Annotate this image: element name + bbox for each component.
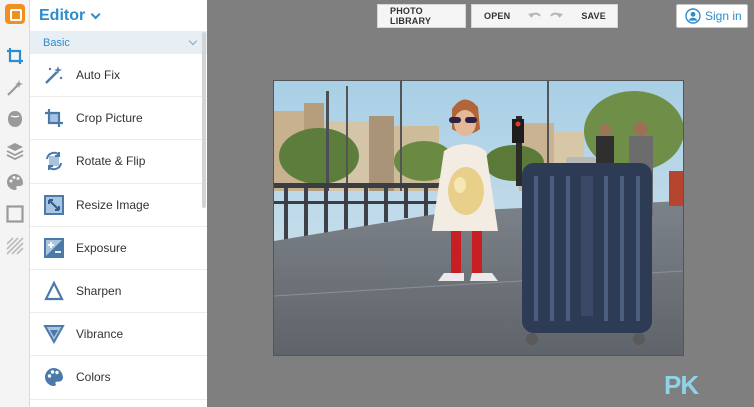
editor-header[interactable]: Editor <box>30 0 207 31</box>
layers-icon[interactable] <box>5 141 25 161</box>
tool-label: Vibrance <box>76 327 124 342</box>
tool-list: Auto Fix Crop Picture Rotate & Flip Resi… <box>30 54 207 400</box>
sharpen-icon <box>43 280 65 302</box>
crop-icon[interactable] <box>5 46 25 66</box>
photo-library-group: PHOTO LIBRARY <box>377 4 466 28</box>
signin-label: Sign in <box>705 9 742 23</box>
face-icon[interactable] <box>5 109 25 129</box>
section-label: Basic <box>43 36 70 49</box>
frame-icon[interactable] <box>5 204 25 224</box>
file-actions-group: OPEN SAVE <box>471 4 618 28</box>
save-button[interactable]: SAVE <box>569 11 618 21</box>
tool-crop-picture[interactable]: Crop Picture <box>30 97 207 141</box>
rotate-icon <box>43 150 65 172</box>
redo-icon[interactable] <box>549 11 564 21</box>
tool-label: Resize Image <box>76 197 150 212</box>
signin-button[interactable]: Sign in <box>676 4 748 28</box>
photo-library-button[interactable]: PHOTO LIBRARY <box>378 6 465 26</box>
tool-resize-image[interactable]: Resize Image <box>30 184 207 227</box>
tool-label: Colors <box>76 370 111 385</box>
palette-icon <box>43 366 65 388</box>
exposure-icon <box>43 237 65 259</box>
palette-icon[interactable] <box>5 172 25 192</box>
watermark-text: PK <box>664 370 699 400</box>
history-controls <box>528 11 564 21</box>
crop-icon <box>43 107 65 129</box>
tool-vibrance[interactable]: Vibrance <box>30 313 207 357</box>
app-logo[interactable] <box>5 4 25 24</box>
open-button[interactable]: OPEN <box>472 11 522 21</box>
tool-sharpen[interactable]: Sharpen <box>30 270 207 314</box>
tool-label: Crop Picture <box>76 111 143 126</box>
texture-icon[interactable] <box>5 236 25 256</box>
tool-rail <box>0 0 30 407</box>
resize-icon <box>43 194 65 216</box>
vibrance-icon <box>43 323 65 345</box>
canvas-photo[interactable] <box>273 80 684 356</box>
undo-icon[interactable] <box>528 11 542 21</box>
tool-exposure[interactable]: Exposure <box>30 227 207 270</box>
tool-rotate-flip[interactable]: Rotate & Flip <box>30 140 207 184</box>
editor-panel: Editor Basic Auto Fix Crop Picture Rotat… <box>30 0 207 407</box>
tool-label: Rotate & Flip <box>76 154 146 169</box>
chevron-down-icon[interactable] <box>90 9 101 20</box>
tool-label: Sharpen <box>76 284 122 299</box>
tool-label: Exposure <box>76 240 127 255</box>
panel-scrollbar[interactable] <box>202 32 206 208</box>
magic-wand-icon <box>43 64 65 86</box>
user-icon <box>685 8 701 24</box>
tool-auto-fix[interactable]: Auto Fix <box>30 54 207 98</box>
magic-wand-icon[interactable] <box>5 78 25 98</box>
editor-title: Editor <box>39 6 86 24</box>
tool-label: Auto Fix <box>76 68 121 83</box>
tool-colors[interactable]: Colors <box>30 356 207 400</box>
watermark-logo: PK <box>664 370 699 401</box>
section-basic[interactable]: Basic <box>30 31 207 54</box>
chevron-down-icon <box>188 36 198 46</box>
